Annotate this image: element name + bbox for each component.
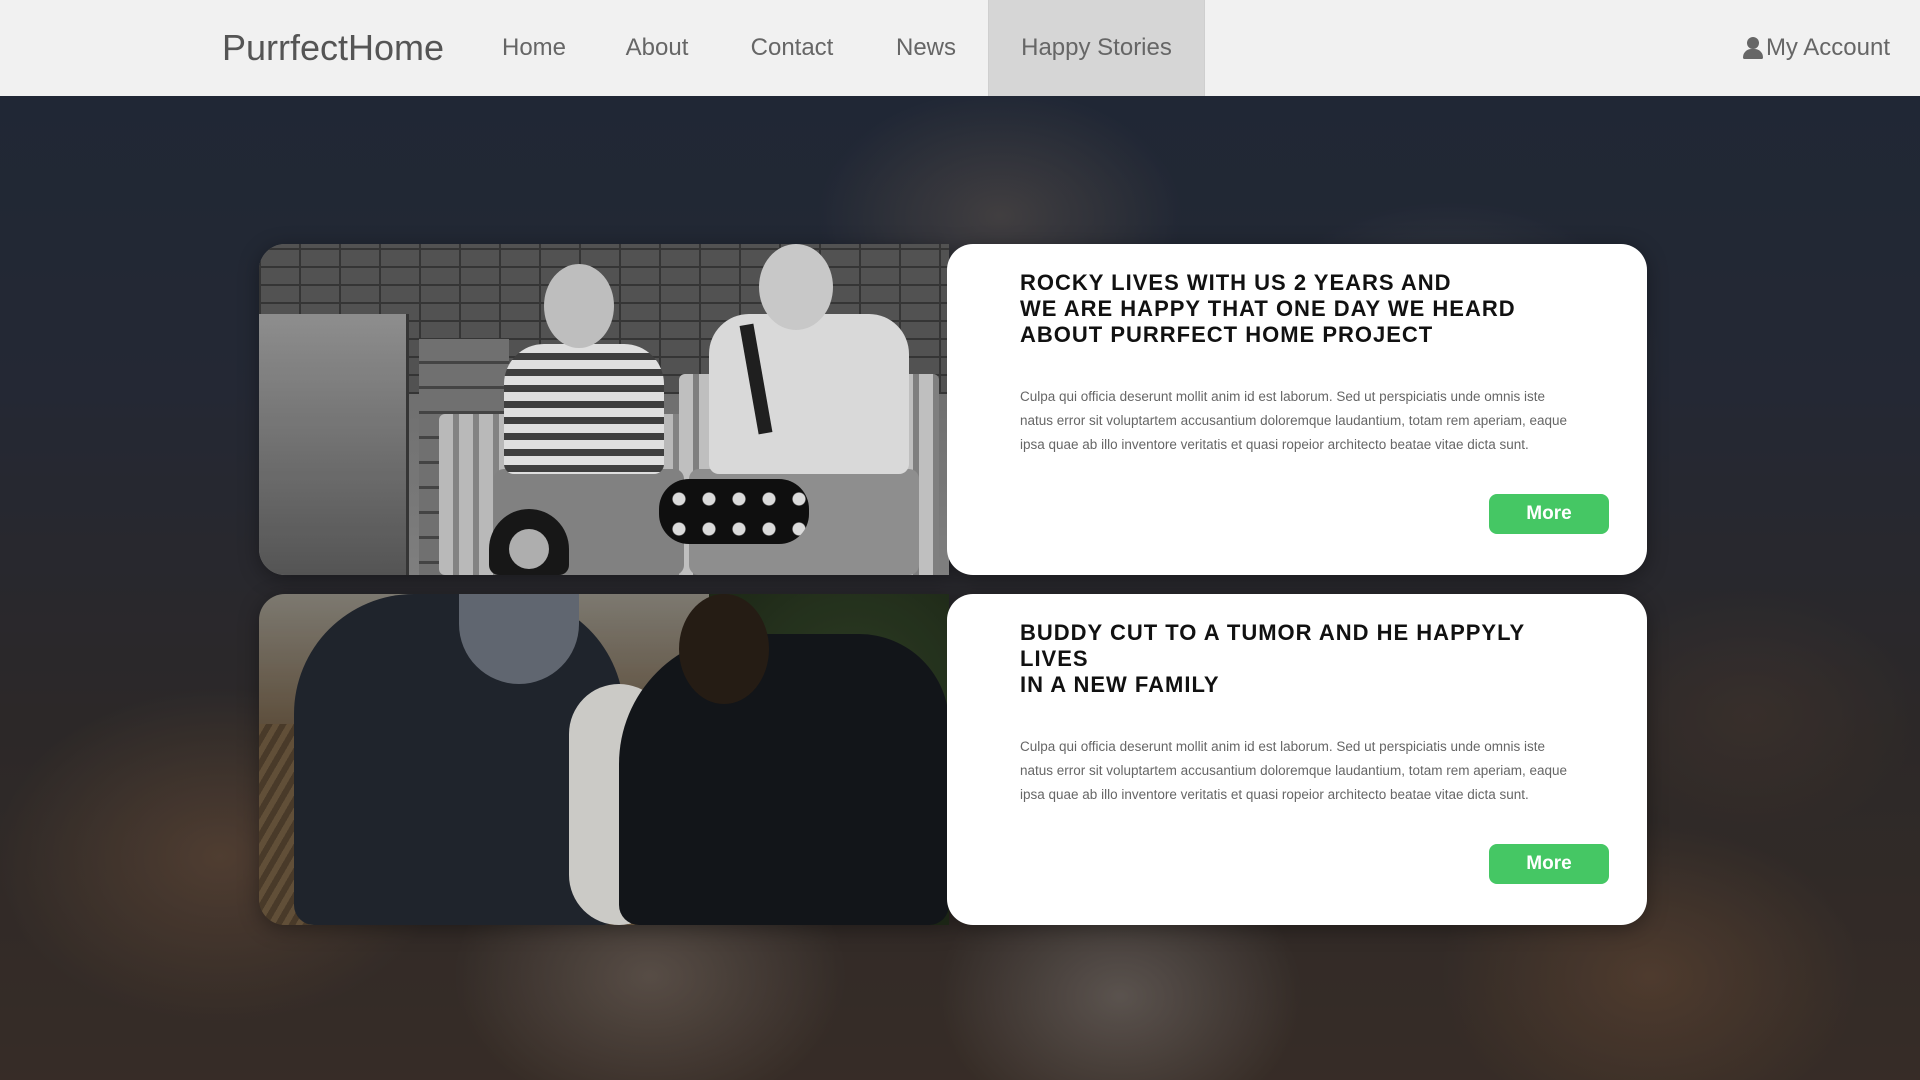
story-photo-people-hugging-dog [259, 594, 949, 925]
story-title: ROCKY LIVES WITH US 2 YEARS AND WE ARE H… [1020, 270, 1516, 347]
nav-happy-stories[interactable]: Happy Stories [988, 0, 1205, 96]
story-content-2: BUDDY CUT TO A TUMOR AND HE HAPPYLY LIVE… [947, 594, 1647, 925]
my-account-label: My Account [1765, 34, 1890, 61]
brand-logo[interactable]: PurrfectHome [222, 0, 444, 96]
nav-news[interactable]: News [878, 0, 974, 96]
nav-home[interactable]: Home [486, 0, 582, 96]
nav-contact[interactable]: Contact [732, 0, 852, 96]
top-navbar: PurrfectHome Home About Contact News Hap… [0, 0, 1920, 96]
more-button[interactable]: More [1489, 844, 1609, 884]
story-title: BUDDY CUT TO A TUMOR AND HE HAPPYLY LIVE… [1020, 620, 1525, 697]
story-text: Culpa qui officia deserunt mollit anim i… [1020, 389, 1568, 452]
story-photo-elderly-couple-with-dog [259, 244, 949, 575]
my-account-link[interactable]: My Account [1742, 0, 1890, 96]
more-button[interactable]: More [1489, 494, 1609, 534]
story-content-1: ROCKY LIVES WITH US 2 YEARS AND WE ARE H… [947, 244, 1647, 575]
user-icon [1742, 37, 1763, 59]
story-card-1: ROCKY LIVES WITH US 2 YEARS AND WE ARE H… [259, 244, 1647, 575]
story-card-2: BUDDY CUT TO A TUMOR AND HE HAPPYLY LIVE… [259, 594, 1647, 925]
story-text: Culpa qui officia deserunt mollit anim i… [1020, 739, 1568, 802]
nav-about[interactable]: About [608, 0, 706, 96]
